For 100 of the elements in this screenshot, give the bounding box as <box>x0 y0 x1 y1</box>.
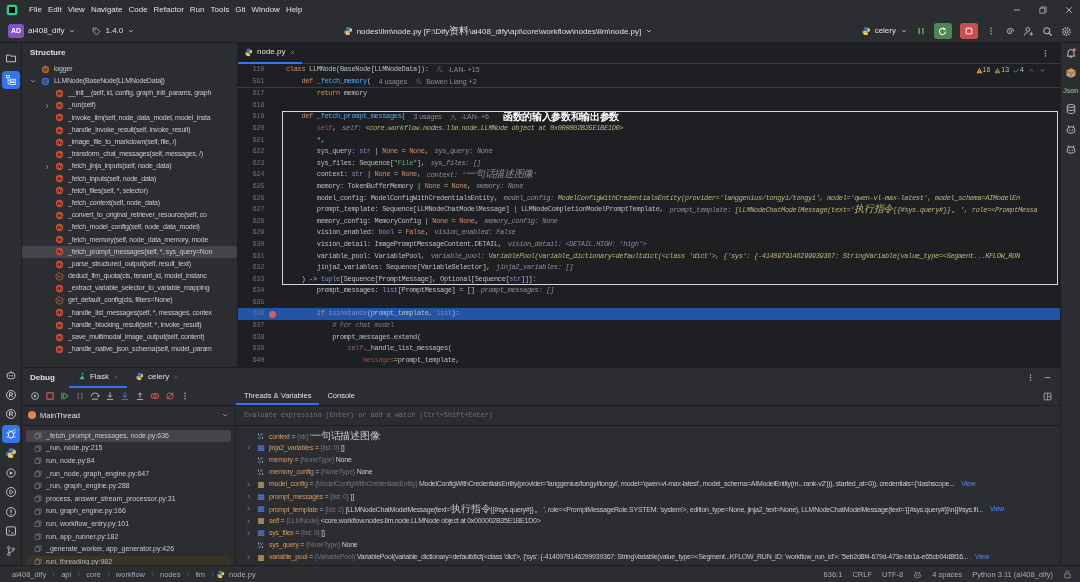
method-icon <box>55 198 64 208</box>
method-icon <box>55 247 64 257</box>
lock-icon[interactable] <box>1063 569 1072 579</box>
chevron-icon <box>209 570 217 578</box>
session-tab[interactable]: Flask <box>68 367 127 388</box>
person-icon <box>436 66 444 74</box>
warning-icon <box>975 66 983 74</box>
file-path[interactable]: nodes\llm\node.py [F:\Dify资料\ai408_dify\api\core\workflow\nodes\llm\node.py] <box>356 25 642 37</box>
person-icon <box>449 113 457 121</box>
stop-icon[interactable] <box>964 26 974 36</box>
python-icon <box>860 26 871 36</box>
list-icon <box>257 444 265 452</box>
editor-tab[interactable]: node.py <box>238 42 303 64</box>
session-tab[interactable]: celery <box>127 367 188 388</box>
object-icon <box>257 480 265 489</box>
search-icon[interactable] <box>1042 25 1053 37</box>
method-icon <box>55 320 64 330</box>
settings-icon[interactable] <box>1061 25 1072 37</box>
python-icon <box>244 47 253 57</box>
project-name[interactable]: ai408_dify <box>28 26 65 36</box>
frame-icon <box>34 532 42 541</box>
status-dot <box>28 411 36 420</box>
app-logo-icon <box>6 4 18 16</box>
menu-item[interactable]: Tools <box>207 5 233 15</box>
python-icon <box>342 26 353 36</box>
value-icon <box>257 431 265 440</box>
caret-icon[interactable] <box>68 27 77 35</box>
layout-icon[interactable] <box>1043 391 1052 401</box>
method-icon <box>55 210 64 220</box>
chevron-right-icon[interactable] <box>245 444 252 452</box>
cube-icon[interactable] <box>1064 67 1077 79</box>
method-icon <box>55 162 64 172</box>
tag-icon <box>92 26 102 36</box>
method-icon <box>55 271 64 281</box>
method-icon <box>55 101 64 111</box>
chevron-icon <box>75 570 83 578</box>
value-icon <box>257 541 265 550</box>
python-icon <box>216 569 226 579</box>
list-icon <box>257 504 265 513</box>
database-icon[interactable] <box>1064 103 1077 116</box>
previous-icon[interactable] <box>1028 66 1035 74</box>
caret-icon[interactable] <box>900 27 908 35</box>
method-icon <box>55 113 64 123</box>
panel-title: Structure <box>30 48 66 58</box>
breakpoint-dot[interactable] <box>268 310 276 318</box>
frame-icon <box>34 444 42 453</box>
next-icon[interactable] <box>1039 66 1046 74</box>
method-icon <box>55 296 64 306</box>
menu-item[interactable]: File <box>26 5 45 15</box>
list-icon <box>257 529 265 538</box>
method-icon <box>55 332 64 342</box>
menu-item[interactable]: Run <box>186 5 208 15</box>
chevron-icon <box>149 570 156 578</box>
run-config[interactable]: celery <box>874 26 896 36</box>
frame-icon <box>34 469 42 478</box>
pause-icon[interactable] <box>916 26 926 36</box>
frame-icon <box>34 432 42 440</box>
menu-item[interactable]: Edit <box>44 5 65 15</box>
assistant-icon[interactable] <box>1064 123 1077 136</box>
version-label[interactable]: 1.4.0 <box>105 26 124 36</box>
panel-title: Debug <box>30 372 55 383</box>
assistant-icon[interactable] <box>1064 143 1077 156</box>
close-icon[interactable] <box>289 48 297 56</box>
menu-item[interactable]: Code <box>125 5 151 15</box>
method-icon <box>55 259 64 269</box>
method-icon <box>55 149 64 159</box>
stop-button[interactable] <box>960 23 978 39</box>
python-icon <box>135 372 144 382</box>
list-icon <box>257 492 265 501</box>
menu-item[interactable]: Help <box>282 5 306 15</box>
frame-icon <box>34 457 42 466</box>
frame-icon <box>34 545 42 554</box>
assistant-icon[interactable] <box>913 569 923 579</box>
frame-icon <box>34 494 42 503</box>
flask-icon <box>76 372 86 382</box>
class-icon <box>41 76 50 86</box>
add-user-icon[interactable] <box>1023 25 1034 37</box>
chevron-icon <box>50 570 58 578</box>
method-icon <box>55 235 64 245</box>
check-icon <box>1013 66 1021 74</box>
menu-item[interactable]: View <box>64 5 88 15</box>
frame-icon <box>34 520 42 529</box>
object-icon <box>257 517 265 526</box>
caret-icon[interactable] <box>127 27 136 35</box>
method-icon <box>55 344 64 354</box>
menu-item[interactable]: Refactor <box>150 5 187 15</box>
menu-item[interactable]: Git <box>232 5 249 15</box>
restore-icon[interactable] <box>1038 5 1048 15</box>
menu-item[interactable]: Window <box>248 5 283 15</box>
menu-item[interactable]: Navigate <box>87 5 126 15</box>
caret-icon[interactable] <box>645 27 654 35</box>
person-icon <box>415 77 423 85</box>
chevron-right-icon[interactable] <box>245 554 252 562</box>
variable-icon <box>41 64 50 74</box>
method-icon <box>55 137 64 147</box>
chevron-icon <box>184 570 192 578</box>
spiral-icon[interactable] <box>1004 25 1015 37</box>
method-icon <box>55 186 64 196</box>
frame-icon <box>34 557 42 566</box>
bell-icon[interactable] <box>1064 47 1077 59</box>
